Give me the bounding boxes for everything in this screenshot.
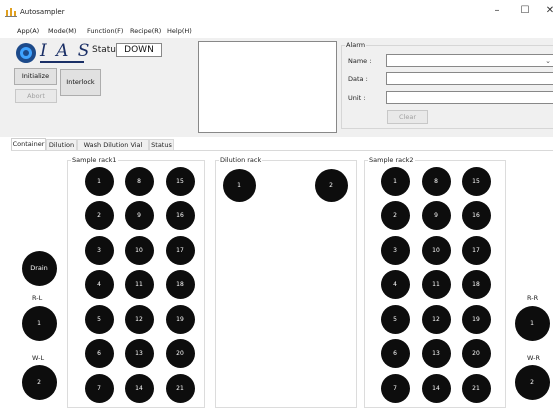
sample-rack2-well[interactable]: 10	[421, 235, 451, 265]
sample-rack1-well[interactable]: 13	[124, 338, 154, 368]
sample-rack2-well[interactable]: 1	[380, 166, 410, 196]
sample-rack2-well[interactable]: 21	[461, 373, 491, 403]
sample-rack2-well[interactable]: 16	[461, 200, 491, 230]
wash-right-port[interactable]: 2	[514, 364, 550, 400]
alarm-unit-label: Unit :	[348, 94, 366, 102]
sample-rack1-well[interactable]: 14	[124, 373, 154, 403]
clear-button[interactable]: Clear	[387, 110, 428, 124]
sample-rack2-well[interactable]: 4	[380, 269, 410, 299]
sample-rack1-well[interactable]: 17	[165, 235, 195, 265]
sample-rack1-well[interactable]: 3	[84, 235, 114, 265]
alarm-unit-field[interactable]	[386, 91, 553, 104]
tab-dilution[interactable]: Dilution	[46, 139, 77, 150]
close-button[interactable]: ✕	[537, 3, 553, 19]
sample-rack2-well[interactable]: 11	[421, 269, 451, 299]
chevron-down-icon: ⌄	[545, 57, 551, 65]
interlock-button[interactable]: Interlock	[60, 69, 101, 96]
sample-rack1-well[interactable]: 4	[84, 269, 114, 299]
sample-rack1-well[interactable]: 15	[165, 166, 195, 196]
alarm-name-select[interactable]: ⌄	[386, 54, 553, 67]
sample-rack1-well[interactable]: 8	[124, 166, 154, 196]
sample-rack2-well[interactable]: 9	[421, 200, 451, 230]
sample-rack2-well[interactable]: 17	[461, 235, 491, 265]
dilution-rack-title: Dilution rack	[219, 156, 263, 164]
wash-left-port[interactable]: 2	[21, 364, 57, 400]
alarm-name-label: Name :	[348, 57, 372, 65]
logo-underline	[40, 61, 84, 63]
drain-port[interactable]: Drain	[21, 250, 57, 286]
sample-rack2-well[interactable]: 19	[461, 304, 491, 334]
sample-rack1-well[interactable]: 6	[84, 338, 114, 368]
menu-help[interactable]: Help(H)	[167, 27, 192, 35]
sample-rack2-well[interactable]: 20	[461, 338, 491, 368]
wl-label: W-L	[32, 354, 45, 362]
alarm-data-field[interactable]	[386, 72, 553, 85]
sample-rack1-well[interactable]: 21	[165, 373, 195, 403]
abort-button[interactable]: Abort	[15, 89, 57, 103]
menu-function[interactable]: Function(F)	[87, 27, 123, 35]
menu-mode[interactable]: Mode(M)	[48, 27, 76, 35]
sample-rack2-well[interactable]: 5	[380, 304, 410, 334]
sample-rack1-well[interactable]: 16	[165, 200, 195, 230]
window-title: Autosampler	[20, 8, 65, 16]
menu-app[interactable]: App(A)	[17, 27, 39, 35]
sample-rack1-well[interactable]: 12	[124, 304, 154, 334]
rinse-right-port[interactable]: 1	[514, 305, 550, 341]
sample-rack2-well[interactable]: 18	[461, 269, 491, 299]
rinse-left-port[interactable]: 1	[21, 305, 57, 341]
sample-rack2-well[interactable]: 2	[380, 200, 410, 230]
minimize-button[interactable]: –	[484, 3, 510, 19]
sample-rack2-well[interactable]: 14	[421, 373, 451, 403]
sample-rack1-well[interactable]: 20	[165, 338, 195, 368]
sample-rack1-well[interactable]: 11	[124, 269, 154, 299]
initialize-button[interactable]: Initialize	[14, 68, 57, 85]
sample-rack2-well[interactable]: 8	[421, 166, 451, 196]
rl-label: R-L	[32, 294, 43, 302]
sample-rack2-well[interactable]: 13	[421, 338, 451, 368]
status-value: DOWN	[116, 43, 162, 57]
ias-logo-text: I A S	[40, 41, 92, 61]
sample-rack2-title: Sample rack2	[368, 156, 415, 164]
sample-rack1-well[interactable]: 9	[124, 200, 154, 230]
sample-rack1-well[interactable]: 19	[165, 304, 195, 334]
dilution-rack-well[interactable]: 1	[222, 168, 256, 202]
sample-rack2-well[interactable]: 12	[421, 304, 451, 334]
menu-bar: App(A) Mode(M) Function(F) Recipe(R) Hel…	[0, 26, 553, 38]
sample-rack1-well[interactable]: 7	[84, 373, 114, 403]
sample-rack2-well[interactable]: 6	[380, 338, 410, 368]
ias-logo-icon	[16, 43, 36, 63]
sample-rack1-well[interactable]: 5	[84, 304, 114, 334]
sample-rack2-well[interactable]: 15	[461, 166, 491, 196]
alarm-data-label: Data :	[348, 75, 368, 83]
rr-label: R-R	[527, 294, 539, 302]
title-bar: Autosampler – ☐ ✕	[0, 0, 553, 22]
dilution-rack-well[interactable]: 2	[314, 168, 348, 202]
sample-rack1-well[interactable]: 2	[84, 200, 114, 230]
maximize-button[interactable]: ☐	[512, 3, 538, 19]
tab-wash-dilution-vial[interactable]: Wash Dilution Vial	[77, 139, 149, 150]
message-box	[198, 41, 337, 133]
wr-label: W-R	[527, 354, 541, 362]
app-icon	[5, 8, 17, 17]
sample-rack1-well[interactable]: 10	[124, 235, 154, 265]
sample-rack1-well[interactable]: 1	[84, 166, 114, 196]
sample-rack2-well[interactable]: 3	[380, 235, 410, 265]
sample-rack2-well[interactable]: 7	[380, 373, 410, 403]
menu-recipe[interactable]: Recipe(R)	[130, 27, 161, 35]
sample-rack1-title: Sample rack1	[71, 156, 118, 164]
sample-rack1-well[interactable]: 18	[165, 269, 195, 299]
alarm-title: Alarm	[345, 41, 367, 49]
tab-status[interactable]: Status	[149, 139, 174, 150]
